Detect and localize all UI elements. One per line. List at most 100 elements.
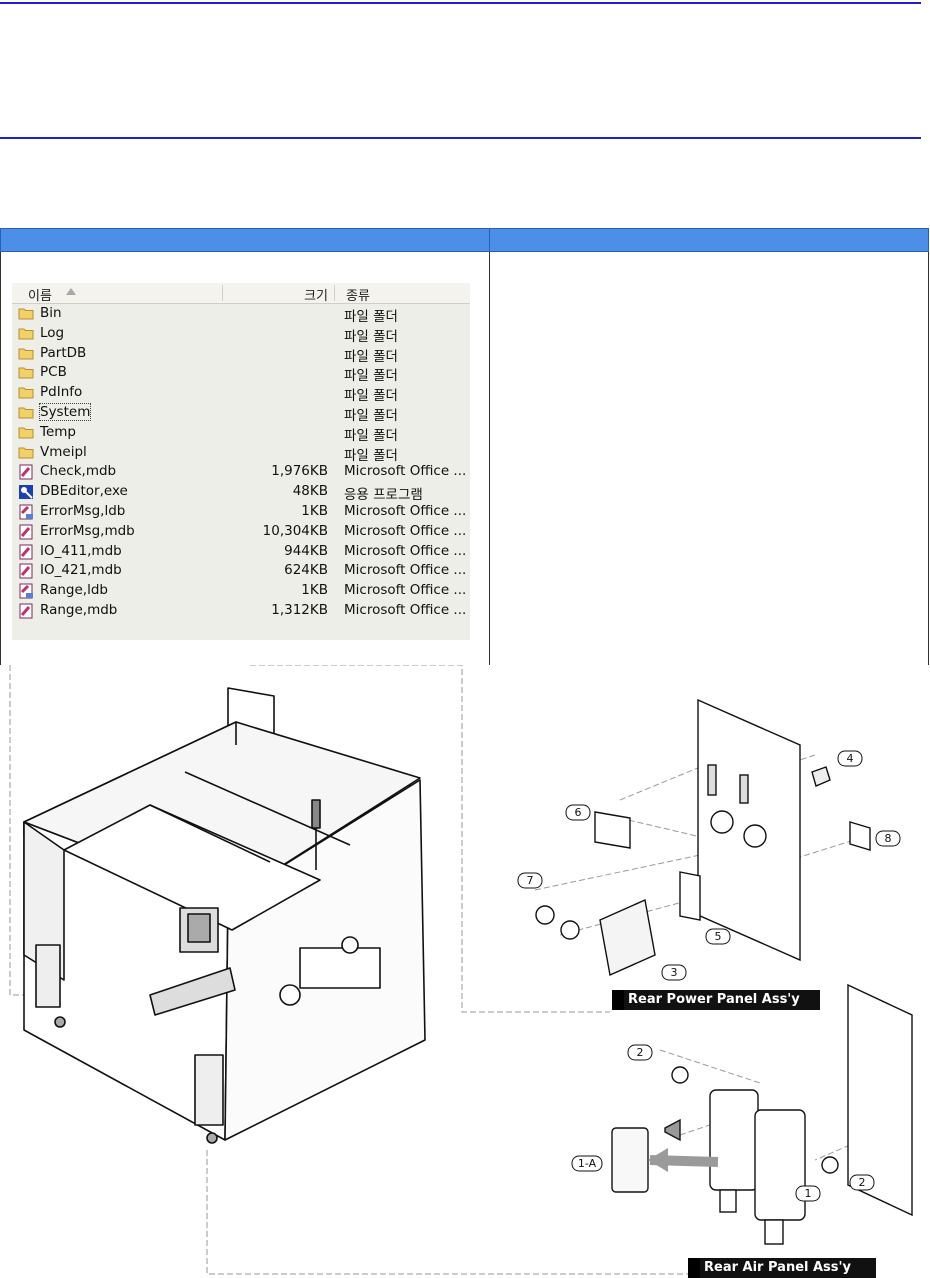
file-row[interactable]: Check,mdb 1,976KB Microsoft Office ... [12, 462, 470, 482]
rear-air-panel-caption: Rear Air Panel Ass'y [688, 1258, 876, 1278]
file-name: Temp [40, 423, 76, 440]
file-type: 파일 폴더 [344, 368, 398, 385]
folder-icon [18, 445, 34, 459]
svg-text:8: 8 [885, 832, 892, 845]
file-row[interactable]: IO_421,mdb 624KB Microsoft Office ... [12, 561, 470, 581]
svg-text:4: 4 [847, 752, 854, 765]
callout-8: 8 [875, 830, 901, 847]
file-type: 파일 폴더 [344, 309, 398, 325]
sort-ascending-icon [66, 288, 76, 295]
callout-2-left: 2 [627, 1044, 653, 1061]
column-size[interactable]: 크기 [224, 285, 328, 304]
file-row[interactable]: IO_411,mdb 944KB Microsoft Office ... [12, 542, 470, 562]
file-type: 파일 폴더 [344, 328, 398, 345]
file-name: ErrorMsg,ldb [40, 502, 126, 519]
file-type: Microsoft Office ... [344, 502, 467, 519]
column-name[interactable]: 이름 [28, 285, 52, 304]
file-type: 파일 폴더 [344, 427, 398, 444]
machine-illustration: 4 6 8 7 5 3 2 2 1-A 1 [9, 665, 913, 1275]
file-row[interactable]: ErrorMsg,ldb 1KB Microsoft Office ... [12, 502, 470, 522]
file-row[interactable]: System 파일 폴더 [12, 402, 470, 424]
callout-2-right: 2 [849, 1174, 875, 1191]
access-db-icon [18, 544, 34, 560]
file-name: IO_421,mdb [40, 562, 122, 579]
folder-icon [18, 346, 34, 360]
file-name: Range,ldb [40, 582, 108, 599]
application-icon [18, 484, 34, 500]
file-type: 파일 폴더 [344, 407, 398, 424]
callout-6: 6 [565, 804, 591, 821]
file-name: Check,mdb [40, 463, 117, 480]
folder-icon [18, 385, 34, 399]
file-name: Vmeipl [40, 443, 87, 460]
file-type: Microsoft Office ... [344, 601, 467, 618]
folder-icon [18, 365, 34, 379]
file-row[interactable]: PdInfo 파일 폴더 [12, 383, 470, 405]
file-size: 944KB [284, 542, 328, 559]
folder-icon [18, 425, 34, 439]
file-type: 파일 폴더 [344, 348, 398, 365]
callout-5: 5 [705, 928, 731, 945]
file-name: Bin [40, 305, 62, 321]
file-type: 응용 프로그램 [344, 487, 423, 504]
file-type: Microsoft Office ... [344, 522, 467, 539]
file-name: DBEditor,exe [40, 483, 128, 500]
file-row[interactable]: ErrorMsg,mdb 10,304KB Microsoft Office ... [12, 522, 470, 542]
file-size: 10,304KB [262, 522, 328, 539]
svg-text:1: 1 [805, 1187, 812, 1200]
column-header: 이름 크기 종류 [12, 283, 470, 304]
folder-icon [18, 306, 34, 320]
callout-1: 1 [795, 1185, 821, 1202]
callout-1-a: 1-A [571, 1155, 603, 1172]
file-type: 파일 폴더 [344, 388, 398, 405]
svg-text:2: 2 [859, 1176, 866, 1189]
svg-text:7: 7 [527, 874, 534, 887]
file-row[interactable]: Bin 파일 폴더 [12, 304, 470, 325]
file-row[interactable]: Vmeipl 파일 폴더 [12, 443, 470, 464]
file-type: Microsoft Office ... [344, 542, 467, 559]
rear-power-panel-drawing [535, 698, 871, 977]
access-db-icon [18, 603, 34, 619]
callout-4: 4 [837, 750, 863, 767]
file-row[interactable]: Temp 파일 폴더 [12, 423, 470, 444]
column-type[interactable]: 종류 [346, 285, 370, 304]
rear-power-panel-caption: Rear Power Panel Ass'y [612, 990, 820, 1010]
file-row[interactable]: PartDB 파일 폴더 [12, 344, 470, 365]
rear-air-panel-drawing [611, 983, 913, 1245]
file-type: Microsoft Office ... [344, 463, 467, 480]
callout-7: 7 [517, 872, 543, 889]
svg-text:2: 2 [637, 1046, 644, 1059]
access-db-icon [18, 563, 34, 579]
file-size: 1,312KB [271, 601, 328, 618]
svg-text:6: 6 [575, 806, 582, 819]
file-explorer-list[interactable]: 이름 크기 종류 Bin 파일 폴더 Log 파일 폴더 PartDB 파일 폴더 PCB 파… [12, 283, 470, 640]
access-lock-icon [18, 583, 34, 599]
file-name: PartDB [40, 344, 87, 361]
svg-text:1-A: 1-A [578, 1157, 597, 1170]
file-name: IO_411,mdb [40, 542, 122, 559]
access-db-icon [18, 524, 34, 540]
file-size: 1KB [301, 582, 328, 599]
file-name: PCB [40, 364, 67, 381]
file-row[interactable]: Range,ldb 1KB Microsoft Office ... [12, 581, 470, 601]
table-header [0, 228, 929, 253]
top-rule [0, 2, 921, 4]
folder-icon [18, 405, 34, 419]
file-name: PdInfo [40, 384, 83, 401]
svg-text:3: 3 [671, 966, 678, 979]
file-size: 624KB [284, 562, 328, 579]
file-row[interactable]: PCB 파일 폴더 [12, 363, 470, 385]
file-rows: Bin 파일 폴더 Log 파일 폴더 PartDB 파일 폴더 PCB 파일 폴더 PdInf… [12, 304, 470, 621]
file-name: Log [40, 324, 65, 341]
file-size: 1,976KB [271, 463, 328, 480]
folder-icon [18, 326, 34, 340]
access-db-icon [18, 464, 34, 480]
file-type: Microsoft Office ... [344, 562, 467, 579]
file-row[interactable]: Range,mdb 1,312KB Microsoft Office ... [12, 601, 470, 621]
file-type: 파일 폴더 [344, 447, 398, 464]
smt-machine-drawing [23, 687, 426, 1144]
file-name: Range,mdb [40, 601, 118, 618]
file-row[interactable]: DBEditor,exe 48KB 응용 프로그램 [12, 482, 470, 504]
file-size: 48KB [292, 483, 328, 500]
file-row[interactable]: Log 파일 폴더 [12, 324, 470, 345]
